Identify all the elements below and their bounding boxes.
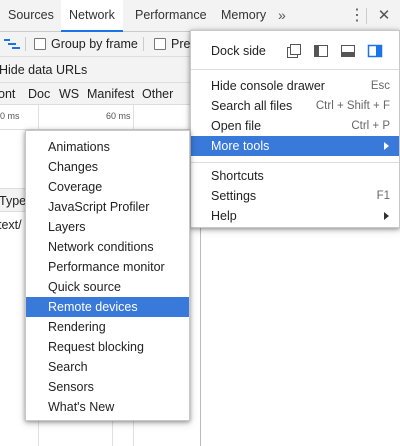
group-by-frame-label: Group by frame [51, 37, 138, 51]
menu-item-hide-console-drawer[interactable]: Hide console drawer Esc [191, 76, 399, 96]
tab-memory[interactable]: Memory [213, 0, 274, 31]
submenu-item-sensors[interactable]: Sensors [26, 377, 189, 397]
submenu-item-request-blocking[interactable]: Request blocking [26, 337, 189, 357]
filter-other[interactable]: Other [142, 87, 173, 101]
menu-item-search-all-files[interactable]: Search all files Ctrl + Shift + F [191, 96, 399, 116]
devtools-tabbar: Sources Network Performance Memory » ⋮ ✕ [0, 0, 400, 32]
table-cell: text/ [0, 218, 22, 232]
submenu-arrow-icon [384, 142, 389, 150]
menu-item-label: Search all files [211, 99, 293, 113]
submenu-item-performance-monitor[interactable]: Performance monitor [26, 257, 189, 277]
undock-icon[interactable] [286, 43, 302, 59]
timeline-tick-right: 60 ms [106, 111, 131, 121]
dock-side-row: Dock side [191, 40, 399, 62]
filter-doc[interactable]: Doc [28, 87, 50, 101]
menu-item-label: Settings [211, 189, 257, 203]
submenu-item-rendering[interactable]: Rendering [26, 317, 189, 337]
menu-item-settings[interactable]: Settings F1 [191, 186, 399, 206]
menu-item-open-file[interactable]: Open file Ctrl + P [191, 116, 399, 136]
filter-manifest[interactable]: Manifest [87, 87, 134, 101]
tab-sources[interactable]: Sources [0, 0, 62, 31]
preserve-log-label: Pre [171, 37, 191, 51]
close-icon[interactable]: ✕ [376, 0, 392, 31]
menu-item-shortcut: Ctrl + P [351, 120, 390, 132]
submenu-item-layers[interactable]: Layers [26, 217, 189, 237]
dock-side-label: Dock side [211, 44, 266, 58]
menu-item-label: Help [211, 209, 237, 223]
menu-item-help[interactable]: Help [191, 206, 399, 226]
menu-item-label: More tools [211, 139, 270, 153]
menu-item-label: Hide console drawer [211, 79, 325, 93]
submenu-item-changes[interactable]: Changes [26, 157, 189, 177]
more-tools-submenu: Animations Changes Coverage JavaScript P… [25, 130, 190, 421]
timeline-tick-left: 0 ms [0, 111, 20, 121]
submenu-arrow-icon [384, 212, 389, 220]
kebab-menu-icon[interactable]: ⋮ [349, 0, 365, 31]
more-tabs-icon[interactable]: » [278, 0, 286, 31]
menu-item-shortcut: F1 [376, 190, 390, 202]
group-by-frame-checkbox[interactable] [34, 38, 46, 50]
submenu-item-whats-new[interactable]: What's New [26, 397, 189, 417]
dock-left-icon[interactable] [313, 43, 329, 59]
toolbar-divider [143, 37, 144, 51]
menu-item-shortcuts[interactable]: Shortcuts [191, 166, 399, 186]
menu-item-label: Open file [211, 119, 262, 133]
submenu-item-quick-source[interactable]: Quick source [26, 277, 189, 297]
dock-right-icon[interactable] [367, 43, 383, 59]
menu-separator [191, 162, 399, 163]
customize-devtools-menu: Dock side Hide console drawer Esc Search… [190, 30, 400, 228]
menu-separator [191, 69, 399, 70]
filter-font[interactable]: ont [0, 87, 15, 101]
submenu-item-search[interactable]: Search [26, 357, 189, 377]
submenu-item-coverage[interactable]: Coverage [26, 177, 189, 197]
filter-ws[interactable]: WS [59, 87, 79, 101]
toolbar-divider [25, 37, 26, 51]
submenu-item-javascript-profiler[interactable]: JavaScript Profiler [26, 197, 189, 217]
submenu-item-animations[interactable]: Animations [26, 137, 189, 157]
menu-item-shortcut: Esc [370, 80, 390, 92]
dock-bottom-icon[interactable] [340, 43, 356, 59]
submenu-item-remote-devices[interactable]: Remote devices [26, 297, 189, 317]
submenu-item-network-conditions[interactable]: Network conditions [26, 237, 189, 257]
hide-data-urls-label[interactable]: Hide data URLs [0, 63, 87, 77]
menu-item-more-tools[interactable]: More tools [191, 136, 399, 156]
tab-network[interactable]: Network [61, 0, 123, 32]
menu-item-shortcut: Ctrl + Shift + F [315, 100, 390, 112]
preserve-log-checkbox[interactable] [154, 38, 166, 50]
tab-performance[interactable]: Performance [127, 0, 215, 31]
menu-item-label: Shortcuts [211, 169, 264, 183]
toolbar-divider [366, 8, 367, 24]
panel-divider [200, 228, 201, 446]
waterfall-icon[interactable] [4, 38, 20, 50]
column-type-header[interactable]: Type [0, 194, 26, 208]
